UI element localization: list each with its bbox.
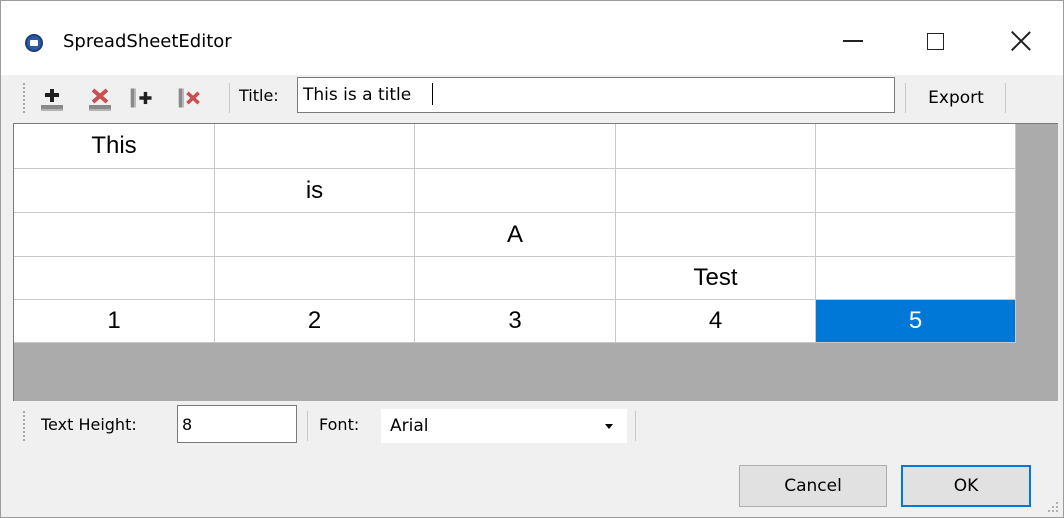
grid-cell[interactable] [415,257,616,300]
font-label: Font: [319,415,360,434]
font-select[interactable]: Arial [381,409,627,443]
grid-cell[interactable]: 3 [415,300,616,343]
toolbar-separator [1005,83,1006,113]
resize-grip-icon[interactable] [1047,501,1059,513]
grid-cell[interactable] [14,169,215,213]
grid-cell[interactable] [616,124,816,169]
chevron-down-icon [605,424,613,429]
grid-cell[interactable] [415,169,616,213]
app-icon [25,34,43,52]
toolbar-grip[interactable] [23,83,27,113]
minimize-icon [843,40,863,42]
toolbar-separator [905,83,906,113]
grid-cell-selected[interactable]: 5 [816,300,1016,343]
add-column-icon[interactable] [129,83,155,113]
grid-cell[interactable] [215,213,415,257]
delete-column-icon[interactable] [177,83,203,113]
font-select-value: Arial [390,416,429,436]
grid-cell[interactable] [816,124,1016,169]
grid-cell[interactable]: Test [616,257,816,300]
grid-cell[interactable] [616,169,816,213]
add-row-icon[interactable] [39,83,65,113]
text-height-input[interactable] [177,405,297,443]
title-input[interactable] [297,77,895,113]
grid-cell[interactable]: 4 [616,300,816,343]
spreadsheet-editor-window: SpreadSheetEditor Title: This is a title… [0,0,1064,518]
grid-cell[interactable]: A [415,213,616,257]
toolbar-grip[interactable] [23,411,27,441]
toolbar-separator [307,411,308,441]
grid-cell[interactable] [816,257,1016,300]
grid-cell[interactable] [215,124,415,169]
grid-cell[interactable] [14,213,215,257]
grid-cell[interactable] [816,169,1016,213]
title-bar: SpreadSheetEditor [1,1,1063,75]
grid-cell[interactable] [14,257,215,300]
grid-cell[interactable]: is [215,169,415,213]
text-caret [432,83,433,105]
grid-cell[interactable]: This [14,124,215,169]
grid-cell[interactable] [415,124,616,169]
toolbar-separator [635,411,636,441]
maximize-icon [926,32,944,50]
export-button[interactable]: Export [913,81,999,115]
ok-button[interactable]: OK [901,465,1031,507]
grid-cell[interactable]: 1 [14,300,215,343]
close-icon [1010,30,1032,52]
close-button[interactable] [995,21,1047,61]
maximize-button[interactable] [909,21,961,61]
text-height-label: Text Height: [41,415,137,434]
minimize-button[interactable] [827,21,879,61]
toolbar-separator [229,83,230,113]
grid-cell[interactable] [215,257,415,300]
grid-cell[interactable] [616,213,816,257]
window-title: SpreadSheetEditor [63,31,232,52]
title-label: Title: [239,86,279,105]
cancel-button[interactable]: Cancel [739,465,887,507]
grid-cell[interactable]: 2 [215,300,415,343]
grid-cell[interactable] [816,213,1016,257]
delete-row-icon[interactable] [87,83,113,113]
